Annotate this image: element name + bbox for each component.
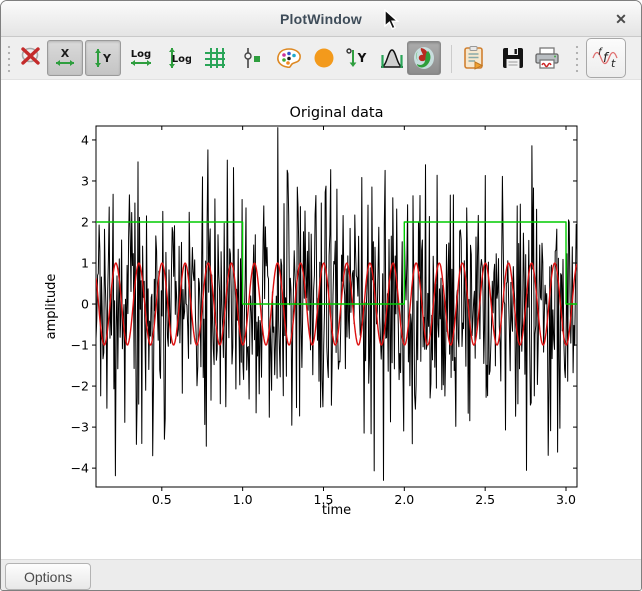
y-tick-label: 3: [81, 173, 89, 188]
palette-icon: [275, 45, 303, 71]
y-tick-label: −2: [71, 379, 89, 394]
autoscale-x-button[interactable]: X: [47, 40, 83, 76]
x-tick-label: 1.5: [314, 492, 334, 507]
lens-red-cross-icon: [19, 45, 45, 71]
printer-icon: [533, 45, 561, 71]
grid-button[interactable]: [197, 40, 233, 76]
plot-window: PlotWindow ✕ X: [0, 0, 642, 591]
figure[interactable]: Original datatimeamplitude0.51.01.52.02.…: [1, 80, 641, 559]
y-down-arrow-icon: Y: [344, 45, 370, 71]
contrast-button[interactable]: [407, 41, 441, 75]
window-title: PlotWindow: [280, 11, 362, 27]
x-tick-label: 3.0: [556, 492, 576, 507]
copy-to-clipboard-button[interactable]: [456, 40, 492, 76]
y-axis-label: amplitude: [44, 274, 59, 340]
toolbar-grip-icon[interactable]: [6, 45, 12, 73]
orange-circle-icon: [311, 45, 337, 71]
y-tick-label: 4: [81, 132, 89, 147]
x-tick-label: 2.0: [394, 492, 414, 507]
x-tick-label: 2.5: [475, 492, 495, 507]
floppy-disk-icon: [500, 45, 526, 71]
swirl-icon: [411, 45, 437, 71]
reverse-y-axis-button[interactable]: Y: [339, 40, 375, 76]
x-tick-label: 1.0: [233, 492, 253, 507]
cancel-zoom-button[interactable]: [14, 40, 50, 76]
log-horizontal-arrow-icon: Log: [128, 45, 154, 71]
plot-canvas: Original datatimeamplitude0.51.01.52.02.…: [1, 80, 641, 559]
titlebar[interactable]: PlotWindow ✕: [1, 1, 641, 37]
y-tick-label: 0: [81, 297, 89, 312]
fft-letter-t: t: [611, 57, 616, 70]
y-vertical-arrows-icon: Y: [90, 45, 116, 71]
toolbar-separator: [451, 45, 452, 73]
x-horizontal-arrows-icon: X: [52, 45, 78, 71]
y-tick-label: −1: [71, 338, 89, 353]
grid-icon: [202, 45, 228, 71]
clipboard-icon: [461, 45, 487, 71]
toolbar: X Y Log: [1, 37, 641, 80]
bottom-bar: Options: [1, 559, 641, 591]
log-vertical-arrow-icon: Log: [165, 45, 191, 71]
log-x-label: Log: [131, 49, 151, 60]
plot-title: Original data: [289, 105, 383, 121]
gaussian-curve-icon: [379, 45, 405, 71]
fft-toggle-button[interactable]: f f t: [586, 38, 626, 78]
x-tick-label: 0.5: [152, 492, 172, 507]
close-button[interactable]: ✕: [611, 9, 631, 29]
curve-markers-icon: [239, 45, 265, 71]
y-tick-label: −4: [71, 461, 89, 476]
save-button[interactable]: [495, 40, 531, 76]
autoscale-y-label: Y: [102, 52, 112, 65]
symbol-color-button[interactable]: [306, 40, 342, 76]
options-button[interactable]: Options: [5, 563, 91, 590]
log-x-button[interactable]: Log: [123, 40, 159, 76]
reverse-y-label: Y: [357, 51, 367, 65]
y-tick-label: 2: [81, 214, 89, 229]
curve-markers-button[interactable]: [234, 40, 270, 76]
print-button[interactable]: [529, 40, 565, 76]
autoscale-x-label: X: [61, 47, 70, 60]
log-y-label: Log: [172, 54, 191, 65]
y-tick-label: 1: [81, 256, 89, 271]
log-y-button[interactable]: Log: [160, 40, 196, 76]
y-tick-label: −3: [71, 420, 89, 435]
fft-sine-icon: f f t: [591, 43, 621, 73]
peaks-button[interactable]: [374, 40, 410, 76]
toolbar-grip-icon-2[interactable]: [574, 45, 580, 73]
color-palette-button[interactable]: [271, 40, 307, 76]
autoscale-y-button[interactable]: Y: [85, 40, 121, 76]
